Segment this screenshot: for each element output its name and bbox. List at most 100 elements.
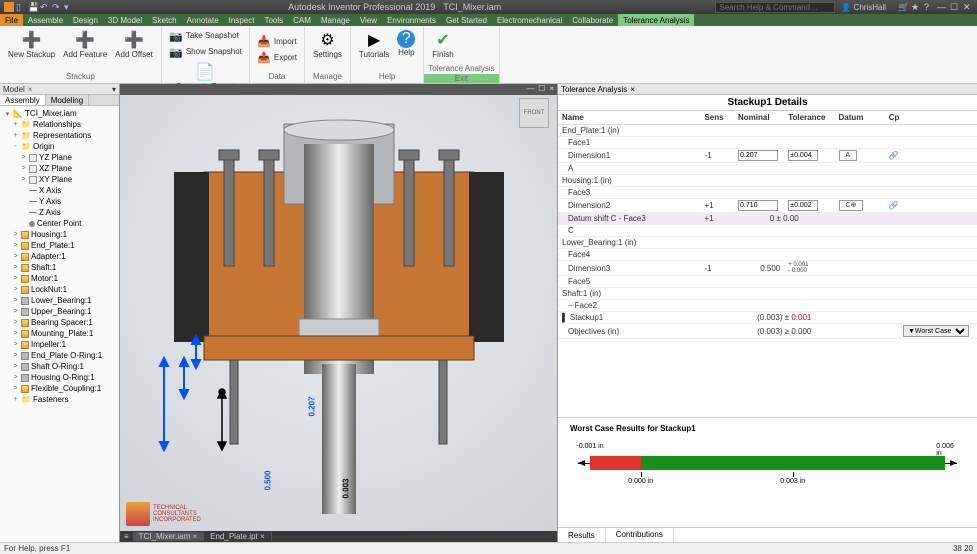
col-nominal[interactable]: Nominal — [734, 111, 784, 125]
ribbon-btn-finish[interactable]: ✔Finish — [428, 28, 457, 63]
qat-redo-icon[interactable]: ↷ — [52, 2, 62, 12]
table-row[interactable]: Lower_Bearing:1 (in) — [558, 237, 977, 249]
viewport-close-icon[interactable]: × — [549, 84, 554, 95]
menu-environments[interactable]: Environments — [382, 14, 441, 26]
col-datum[interactable]: Datum — [835, 111, 885, 125]
tolerance-input[interactable] — [788, 150, 818, 161]
table-row[interactable]: A — [558, 163, 977, 175]
datum-box[interactable]: C⊕ — [839, 200, 864, 211]
table-row[interactable]: Dimension3-10.500+ 0.001- 0.000 — [558, 261, 977, 276]
link-icon[interactable]: 🔗 — [889, 201, 899, 210]
tolerance-panel-close-icon[interactable]: × — [630, 85, 635, 94]
tree-node[interactable]: >Adapter:1 — [2, 251, 117, 262]
tree-node[interactable]: +📁Fasteners — [2, 394, 117, 405]
table-row[interactable]: Face3 — [558, 187, 977, 199]
ribbon-btn-export[interactable]: 📤Export — [254, 50, 300, 66]
menu-inspect[interactable]: Inspect — [224, 14, 260, 26]
cart-icon[interactable]: 🛒 — [898, 2, 908, 12]
tree-root[interactable]: ▾📐 TCI_Mixer.iam — [2, 108, 117, 119]
tree-node[interactable]: Center Point — [2, 218, 117, 229]
tree-node[interactable]: >Shaft O-Ring:1 — [2, 361, 117, 372]
ribbon-btn-take-snapshot[interactable]: 📷Take Snapshot — [166, 28, 245, 44]
tree-node[interactable]: >Housing:1 — [2, 229, 117, 240]
col-cp[interactable]: Cp — [885, 111, 977, 125]
tree-node[interactable]: >Bearing Spacer:1 — [2, 317, 117, 328]
maximize-icon[interactable]: ☐ — [950, 2, 960, 12]
result-tab-results[interactable]: Results — [558, 528, 606, 542]
menu-design[interactable]: Design — [68, 14, 103, 26]
tree-node[interactable]: >Housing O-Ring:1 — [2, 372, 117, 383]
tree-node[interactable]: >LockNut:1 — [2, 284, 117, 295]
table-row[interactable]: – Face2 — [558, 300, 977, 312]
file-tabs-menu-icon[interactable]: ≡ — [120, 532, 133, 541]
table-row[interactable]: ▌ Stackup1(0.003) ± 0.001 — [558, 312, 977, 324]
col-sens[interactable]: Sens — [700, 111, 734, 125]
menu-view[interactable]: View — [355, 14, 382, 26]
qat-save-icon[interactable]: 💾 — [28, 2, 38, 12]
menu-3d-model[interactable]: 3D Model — [103, 14, 147, 26]
tree-node[interactable]: >Motor:1 — [2, 273, 117, 284]
menu-tolerance-analysis[interactable]: Tolerance Analysis — [618, 14, 694, 26]
menu-cam[interactable]: CAM — [288, 14, 316, 26]
tree-node[interactable]: X Axis — [2, 185, 117, 196]
ribbon-btn-help[interactable]: ?Help — [393, 28, 419, 71]
tree-node[interactable]: >Upper_Bearing:1 — [2, 306, 117, 317]
table-row[interactable]: Housing:1 (in) — [558, 175, 977, 187]
menu-file[interactable]: File — [0, 14, 23, 26]
tree-node[interactable]: >Shaft:1 — [2, 262, 117, 273]
close-icon[interactable]: ✕ — [963, 2, 973, 12]
tree-node[interactable]: >Flexible_Coupling:1 — [2, 383, 117, 394]
link-icon[interactable]: 🔗 — [889, 151, 899, 160]
tree-node[interactable]: Y Axis — [2, 196, 117, 207]
file-tab[interactable]: End_Plate.ipt × — [204, 532, 271, 541]
col-tolerance[interactable]: Tolerance — [784, 111, 834, 125]
tree-node[interactable]: >End_Plate O-Ring:1 — [2, 350, 117, 361]
tree-node[interactable]: >Mounting_Plate:1 — [2, 328, 117, 339]
ribbon-btn-import[interactable]: 📥Import — [254, 34, 300, 50]
nominal-input[interactable] — [738, 150, 778, 161]
tree-node[interactable]: >Impeller:1 — [2, 339, 117, 350]
model-panel-close-icon[interactable]: × — [28, 85, 33, 94]
qat-open-icon[interactable]: ▯ — [16, 2, 26, 12]
table-row[interactable]: Objectives (in)(0.003) ≥ 0.000▼Worst Cas… — [558, 324, 977, 339]
stackup-table[interactable]: NameSensNominalToleranceDatumCpEnd_Plate… — [558, 111, 977, 417]
qat-undo-icon[interactable]: ↶ — [40, 2, 50, 12]
minimize-icon[interactable]: — — [937, 2, 947, 12]
ribbon-btn-settings[interactable]: ⚙Settings — [309, 28, 346, 71]
tree-node[interactable]: >End_Plate:1 — [2, 240, 117, 251]
tree-node[interactable]: -📁Origin — [2, 141, 117, 152]
model-tab-modeling[interactable]: Modeling — [46, 95, 89, 105]
menu-get-started[interactable]: Get Started — [441, 14, 492, 26]
result-tab-contributions[interactable]: Contributions — [606, 528, 674, 542]
user-label[interactable]: 👤 ChrisHall — [841, 3, 886, 12]
tree-node[interactable]: +📁Relationships — [2, 119, 117, 130]
menu-assemble[interactable]: Assemble — [23, 14, 68, 26]
ribbon-btn-add-feature[interactable]: ➕Add Feature — [59, 28, 111, 71]
table-row[interactable]: Shaft:1 (in) — [558, 288, 977, 300]
table-row[interactable]: Dimension1-1A🔗 — [558, 149, 977, 163]
file-tab[interactable]: TCI_Mixer.iam × — [133, 532, 204, 541]
table-row[interactable]: Face5 — [558, 276, 977, 288]
tree-node[interactable]: Z Axis — [2, 207, 117, 218]
ribbon-btn-show-snapshot[interactable]: 📷Show Snapshot — [166, 44, 245, 60]
tree-node[interactable]: >YZ Plane — [2, 152, 117, 163]
menu-tools[interactable]: Tools — [259, 14, 288, 26]
ribbon-btn-add-offset[interactable]: ➕Add Offset — [111, 28, 157, 71]
menu-annotate[interactable]: Annotate — [182, 14, 224, 26]
menu-collaborate[interactable]: Collaborate — [567, 14, 618, 26]
table-row[interactable]: Face1 — [558, 137, 977, 149]
tree-node[interactable]: >XY Plane — [2, 174, 117, 185]
help-icon[interactable]: ? — [924, 2, 934, 12]
tree-node[interactable]: >Lower_Bearing:1 — [2, 295, 117, 306]
qat-more-icon[interactable]: ▾ — [64, 2, 74, 12]
menu-sketch[interactable]: Sketch — [147, 14, 181, 26]
analysis-mode-select[interactable]: ▼Worst Case — [903, 325, 969, 337]
model-panel-pin-icon[interactable]: ▾ — [112, 85, 116, 94]
table-row[interactable]: C — [558, 225, 977, 237]
model-tree[interactable]: ▾📐 TCI_Mixer.iam+📁Relationships+📁Represe… — [0, 106, 119, 542]
col-name[interactable]: Name — [558, 111, 700, 125]
star-icon[interactable]: ★ — [911, 2, 921, 12]
menu-manage[interactable]: Manage — [316, 14, 355, 26]
table-row[interactable]: Datum shift C - Face3+10 ± 0.00 — [558, 213, 977, 225]
viewport[interactable]: — ☐ × FRONT — [120, 84, 557, 542]
